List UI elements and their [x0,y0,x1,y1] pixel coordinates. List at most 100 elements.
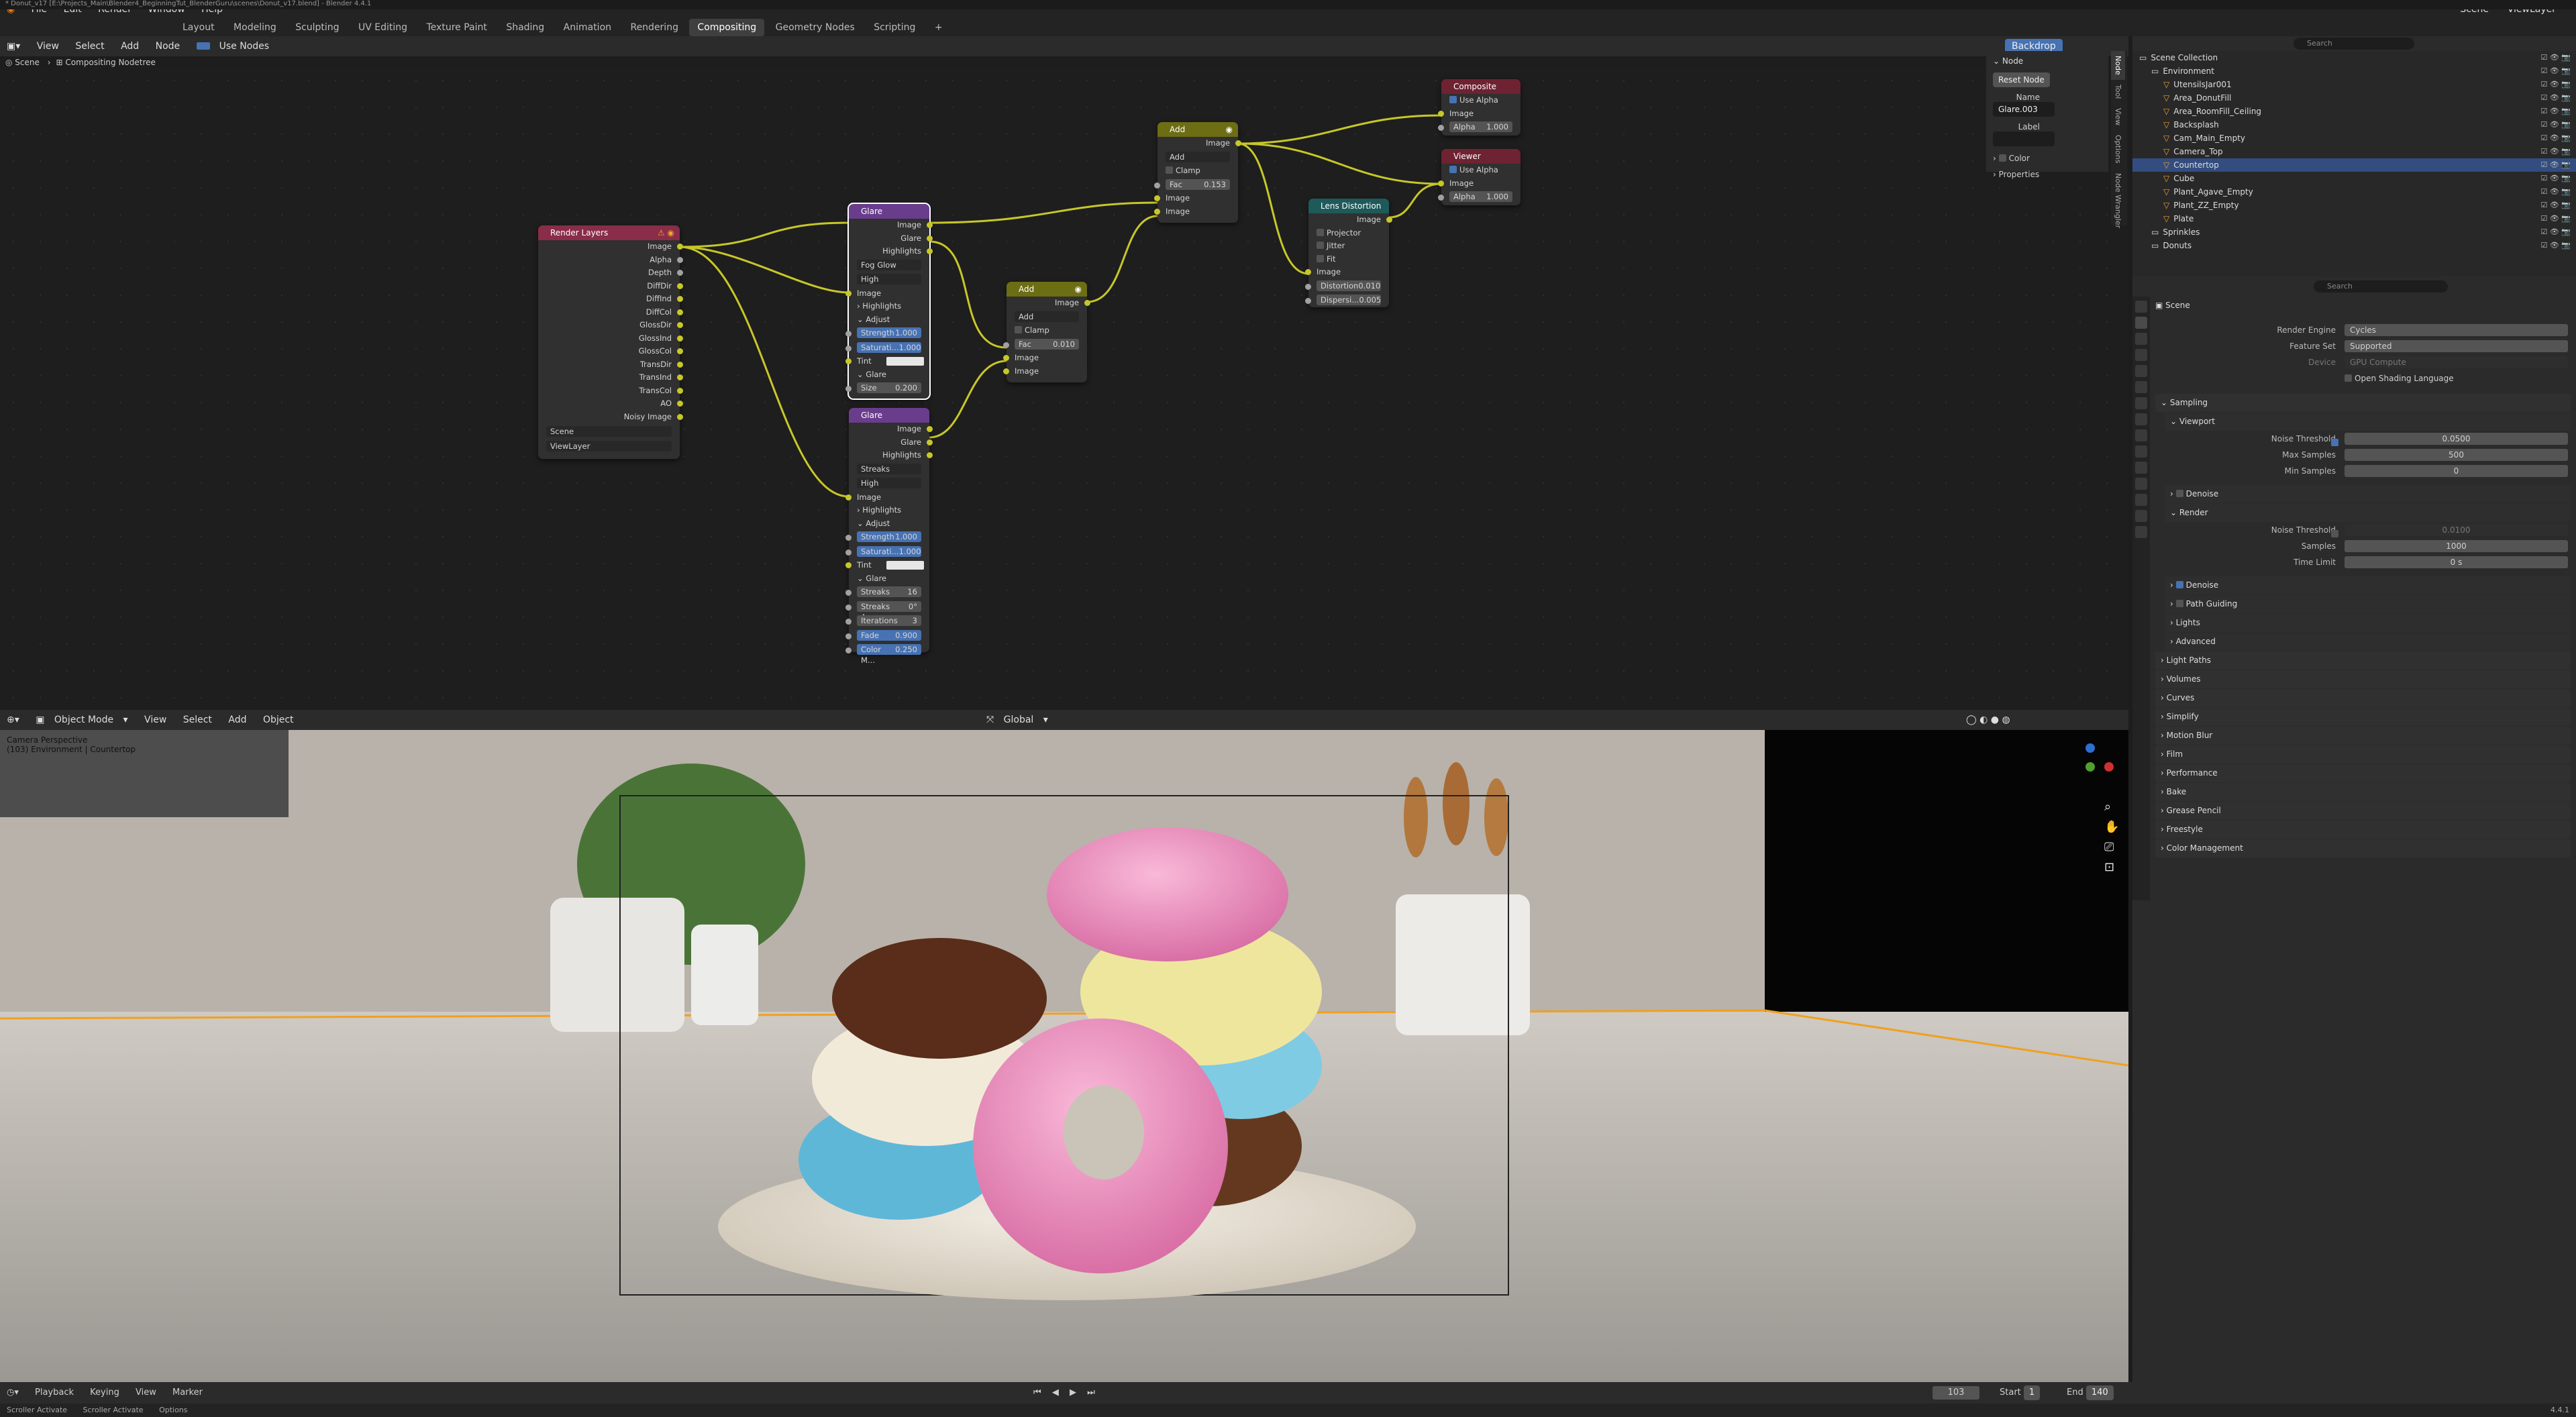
socket[interactable] [927,439,933,445]
glare-streaks-node[interactable]: Glare Image Glare Highlights Streaks Hig… [845,408,933,665]
r-noise-checkbox[interactable] [2331,530,2338,537]
node-menu-select[interactable]: Select [68,36,111,56]
composite-node[interactable]: Composite Use Alpha Image Alpha 1.000 [1438,79,1521,136]
scene-tab-icon[interactable] [2135,365,2147,377]
subsection-render[interactable]: ⌄ Render [2165,504,2571,522]
socket[interactable] [845,604,852,611]
outliner-item[interactable]: ▽ Countertop ☑ 👁 📷 [2132,158,2576,172]
editor-type-icon[interactable]: ▣▾ [0,36,27,56]
visibility-icons[interactable]: ☑ 👁 📷 [2540,51,2571,64]
r-samples-field[interactable]: 1000 [2345,540,2568,552]
render-engine-dropdown[interactable]: Cycles [2345,324,2568,336]
reset-node-button[interactable]: Reset Node [1993,72,2050,87]
tl-menu-playback[interactable]: Playback [28,1387,81,1398]
tab-compositing[interactable]: Compositing [689,19,765,36]
as-fac-field[interactable]: Fac 0.010 [1015,338,1079,350]
ld-distortion-field[interactable]: Distortion 0.010 [1317,280,1381,291]
visibility-icons[interactable]: ☑ 👁 📷 [2540,185,2571,199]
sidebar-tab-node-wrangler[interactable]: Node Wrangler [2111,168,2125,233]
mix-add-node-small[interactable]: Add ◉ Image Add Clamp Fac 0.010 Image Imag… [1003,282,1090,382]
collection-tab-icon[interactable] [2135,397,2147,409]
vp-noise-checkbox[interactable] [2331,439,2338,446]
rl-scene-field[interactable]: Scene [546,426,672,437]
section-simplify[interactable]: › Simplify [2155,708,2571,726]
particles-tab-icon[interactable] [2135,445,2147,458]
socket[interactable] [1154,182,1160,189]
outliner-item[interactable]: ▽ Camera_Top ☑ 👁 📷 [2132,145,2576,158]
glare-fog-node[interactable]: Glare Image Glare Highlights Fog Glow Hi… [845,203,933,400]
g2-quality-dropdown[interactable]: High [857,478,921,488]
section-color-management[interactable]: › Color Management [2155,839,2571,857]
g1-tint-swatch[interactable] [886,357,924,366]
visibility-icons[interactable]: ☑ 👁 📷 [2540,212,2571,225]
visibility-icons[interactable]: ☑ 👁 📷 [2540,225,2571,239]
socket[interactable] [927,222,933,228]
visibility-icons[interactable]: ☑ 👁 📷 [2540,158,2571,172]
vp-menu-object[interactable]: Object [256,710,301,730]
g2-strength-field[interactable]: Strength 1.000 [857,531,921,542]
g1-type-dropdown[interactable]: Fog Glow [857,259,921,270]
render-layers-node[interactable]: Render Layers ⚠ ◉ Image Alpha Depth DiffD… [538,225,683,459]
world-tab-icon[interactable] [2135,381,2147,393]
glare-streaks-header[interactable]: Glare [849,408,929,423]
node-properties-row[interactable]: › Properties [1986,167,2108,182]
cp-alpha-field[interactable]: Alpha 1.000 [1449,121,1512,132]
g1-strength-field[interactable]: Strength 1.000 [857,327,921,338]
outliner-item[interactable]: ▽ Plant_ZZ_Empty ☑ 👁 📷 [2132,199,2576,212]
data-tab-icon[interactable] [2135,494,2147,506]
socket[interactable] [845,345,852,352]
socket[interactable] [845,590,852,596]
socket[interactable] [927,248,933,254]
at-clamp-checkbox[interactable] [1166,166,1173,174]
section-motion-blur[interactable]: › Motion Blur [2155,727,2571,745]
visibility-icons[interactable]: ☑ 👁 📷 [2540,199,2571,212]
visibility-icons[interactable]: ☑ 👁 📷 [2540,64,2571,78]
mix-add-top-header[interactable]: Add ◉ [1157,122,1238,137]
socket[interactable] [677,256,683,263]
sidebar-tab-view[interactable]: View [2111,103,2125,130]
g2-sec-highlights[interactable]: › Highlights [849,504,929,517]
socket[interactable] [845,647,852,653]
pan-hand-icon[interactable]: ✋ [2104,817,2119,837]
socket[interactable] [1438,110,1444,117]
tab-scripting[interactable]: Scripting [866,19,923,36]
outliner-item[interactable]: ▽ Cube ☑ 👁 📷 [2132,172,2576,185]
socket[interactable] [677,413,683,420]
vp-min-field[interactable]: 0 [2345,465,2568,477]
cp-usealpha-checkbox[interactable] [1449,96,1457,103]
node-menu-view[interactable]: View [30,36,66,56]
socket[interactable] [1084,300,1090,306]
at-fac-field[interactable]: Fac 0.153 [1166,178,1230,190]
socket[interactable] [677,401,683,407]
outliner-item[interactable]: ▽ Cam_Main_Empty ☑ 👁 📷 [2132,132,2576,145]
visibility-icons[interactable]: ☑ 👁 📷 [2540,118,2571,132]
preview-icon[interactable]: ◉ [1226,122,1233,137]
preview-icon[interactable]: ◉ [1075,282,1082,297]
socket[interactable] [845,386,852,392]
modifier-tab-icon[interactable] [2135,429,2147,441]
composite-header[interactable]: Composite [1441,79,1521,94]
socket[interactable] [845,358,852,364]
socket[interactable] [1305,283,1311,290]
gizmo-y-icon[interactable] [2085,762,2095,772]
object-tab-icon[interactable] [2135,413,2147,425]
visibility-icons[interactable]: ☑ 👁 📷 [2540,145,2571,158]
g1-quality-dropdown[interactable]: High [857,274,921,284]
tool-tab-icon[interactable] [2135,301,2147,313]
transform-orientation[interactable]: ⤧ Global ▾ [980,710,1055,730]
g2-saturation-field[interactable]: Saturati... 1.000 [857,545,921,557]
socket[interactable] [1305,298,1311,304]
outliner-item[interactable]: ▽ Plant_Agave_Empty ☑ 👁 📷 [2132,185,2576,199]
socket[interactable] [1386,217,1392,223]
tab-rendering[interactable]: Rendering [622,19,686,36]
g1-sec-glare[interactable]: ⌄ Glare [849,368,929,382]
as-clamp-checkbox[interactable] [1015,326,1022,333]
visibility-icons[interactable]: ☑ 👁 📷 [2540,78,2571,91]
node-panel-section[interactable]: ⌄ Node [1986,51,2108,71]
playback-controls[interactable]: ⏮ ◀ ▶ ⏭ [1033,1382,1099,1404]
texture-tab-icon[interactable] [2135,526,2147,538]
use-nodes-checkbox[interactable] [196,42,210,50]
physics-tab-icon[interactable] [2135,462,2147,474]
g1-saturation-field[interactable]: Saturati... 1.000 [857,342,921,353]
subsection-r-denoise[interactable]: › Denoise [2165,576,2571,594]
